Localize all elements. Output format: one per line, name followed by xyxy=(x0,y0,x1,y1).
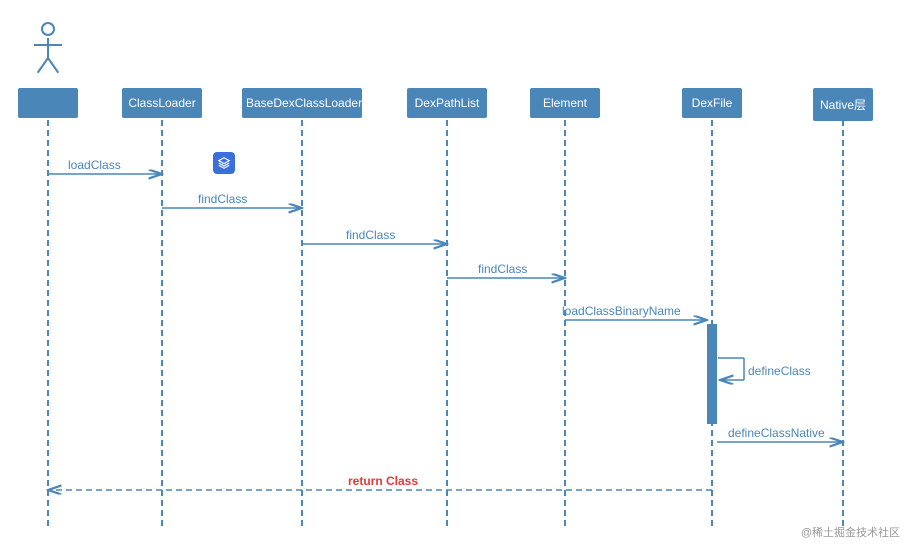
participant-element: Element xyxy=(530,88,600,118)
msg-findclass-3: findClass xyxy=(478,262,527,276)
participant-label: DexPathList xyxy=(415,96,480,110)
msg-loadclassbinaryname: loadClassBinaryName xyxy=(562,304,681,318)
lifeline-native xyxy=(842,120,844,526)
lifeline-classloader xyxy=(161,120,163,526)
participant-actor xyxy=(18,88,78,118)
sequence-diagram-canvas xyxy=(0,0,906,544)
msg-defineclass: defineClass xyxy=(748,364,811,378)
watermark: @稀土掘金技术社区 xyxy=(801,524,900,540)
lifeline-dexfile xyxy=(711,120,713,526)
lifeline-element xyxy=(564,120,566,526)
participant-native: Native层 xyxy=(813,88,873,121)
participant-label: DexFile xyxy=(692,96,733,110)
lifeline-basedexclassloader xyxy=(301,120,303,526)
participant-label: Element xyxy=(543,96,587,110)
msg-loadclass: loadClass xyxy=(68,158,121,172)
activation-dexfile xyxy=(707,324,717,424)
participant-dexpathlist: DexPathList xyxy=(407,88,487,118)
layers-icon xyxy=(213,152,235,174)
participant-label: ClassLoader xyxy=(128,96,195,110)
msg-findclass-1: findClass xyxy=(198,192,247,206)
msg-defineclassnative: defineClassNative xyxy=(728,426,825,440)
participant-label: Native层 xyxy=(820,98,866,112)
msg-findclass-2: findClass xyxy=(346,228,395,242)
participant-dexfile: DexFile xyxy=(682,88,742,118)
participant-basedexclassloader: BaseDexClassLoader xyxy=(242,88,362,118)
participant-classloader: ClassLoader xyxy=(122,88,202,118)
participant-label: BaseDexClassLoader xyxy=(246,96,362,110)
lifeline-dexpathlist xyxy=(446,120,448,526)
lifeline-actor xyxy=(47,120,49,526)
msg-return-class: return Class xyxy=(348,474,418,488)
